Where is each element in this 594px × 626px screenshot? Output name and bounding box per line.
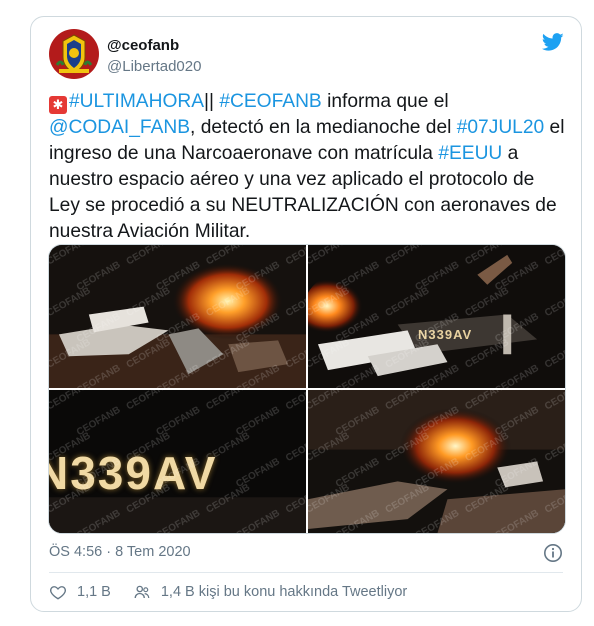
tweet-card: @ceofanb @Libertad020 ✱ #ULTIMAHORA|| #CE… <box>30 16 582 612</box>
watermark-overlay: CEOFANB CEOFANB CEOFANB CEOFANBCEOFANB CEOFA… <box>49 245 306 388</box>
watermark-text: CEOFANB <box>384 337 432 371</box>
info-icon[interactable] <box>543 543 563 563</box>
watermark-text: CEOFANB <box>493 508 541 533</box>
watermark-text: CEOFANB <box>414 508 462 533</box>
watermark-text: CEOFANB <box>125 390 173 412</box>
watermark-text: CEOFANB <box>543 245 565 267</box>
tweet-text: ✱ #ULTIMAHORA|| #CEOFANB informa que el @… <box>49 89 569 245</box>
watermark-text: CEOFANB <box>463 390 511 412</box>
watermark-text: CEOFANB <box>155 363 203 388</box>
watermark-text: CEOFANB <box>308 430 352 464</box>
watermark-text: CEOFANB <box>234 363 282 388</box>
watermark-text: CEOFANB <box>204 390 252 412</box>
text-segment: || <box>204 91 220 112</box>
watermark-text: CEOFANB <box>308 245 352 267</box>
watermark-text: CEOFANB <box>463 245 511 267</box>
avatar[interactable] <box>49 29 99 79</box>
watermark-text: CEOFANB <box>543 390 565 412</box>
military-crest-icon <box>49 29 99 79</box>
watermark-text: CEOFANB <box>49 430 93 464</box>
watermark-text: CEOFANB <box>463 482 511 516</box>
watermark-text: CEOFANB <box>384 285 432 319</box>
handle[interactable]: @Libertad020 <box>107 57 201 77</box>
watermark-text: CEOFANB <box>384 482 432 516</box>
watermark-text: CEOFANB <box>75 363 123 388</box>
tweet-timestamp[interactable]: ÖS 4:56 · 8 Tem 2020 <box>49 544 191 560</box>
watermark-text: CEOFANB <box>49 390 93 412</box>
talking-button[interactable]: 1,4 B kişi bu konu hakkında Tweetliyor <box>133 583 407 601</box>
watermark-text: CEOFANB <box>334 363 382 388</box>
watermark-text: CEOFANB <box>125 482 173 516</box>
watermark-text: CEOFANB <box>284 337 306 371</box>
photo-wreckage-fire-3[interactable]: CEOFANB CEOFANB CEOFANB CEOFANB CEOFANB CEOFA… <box>308 390 565 533</box>
text-segment: , detectó en la medianoche del <box>190 117 457 138</box>
photo-wreckage-fire-1[interactable]: CEOFANB CEOFANB CEOFANB CEOFANB CEOFANB CEOFA… <box>49 245 306 388</box>
watermark-text: CEOFANB <box>493 363 541 388</box>
watermark-text: CEOFANB <box>234 508 282 533</box>
watermark-text: CEOFANB <box>308 337 352 371</box>
watermark-text: CEOFANB <box>284 390 306 412</box>
watermark-text: CEOFANB <box>155 508 203 533</box>
watermark-text: CEOFANB <box>49 245 93 267</box>
watermark-text: CEOFANB <box>125 245 173 267</box>
hashtag-07jul20[interactable]: #07JUL20 <box>457 117 544 138</box>
watermark-text: CEOFANB <box>543 430 565 464</box>
watermark-text: CEOFANB <box>384 390 432 412</box>
watermark-text: CEOFANB <box>334 508 382 533</box>
watermark-text: CEOFANB <box>125 337 173 371</box>
rotating-light-icon: ✱ <box>49 96 67 114</box>
watermark-text: CEOFANB <box>384 430 432 464</box>
watermark-text: CEOFANB <box>463 337 511 371</box>
watermark-text: CEOFANB <box>49 482 93 516</box>
watermark-text: CEOFANB <box>204 285 252 319</box>
like-button[interactable]: 1,1 B <box>49 583 111 601</box>
watermark-text: CEOFANB <box>75 508 123 533</box>
twitter-bird-icon[interactable] <box>541 31 565 53</box>
photo-wreckage-fire-2[interactable]: N339AV CEOFANB CEOFANB CEOFANB CEOFANB CEOFA… <box>308 245 565 388</box>
watermark-text: CEOFANB <box>284 245 306 267</box>
watermark-text: CEOFANB <box>49 285 93 319</box>
watermark-text: CEOFANB <box>414 363 462 388</box>
text-segment: informa que el <box>321 91 449 112</box>
watermark-text: CEOFANB <box>308 285 352 319</box>
people-icon <box>134 585 150 599</box>
talking-label: 1,4 B kişi bu konu hakkında Tweetliyor <box>160 584 408 600</box>
watermark-overlay: CEOFANB CEOFANB CEOFANB CEOFANBCEOFANB CEOFA… <box>49 390 306 533</box>
hashtag-ceofanb[interactable]: #CEOFANB <box>219 91 321 112</box>
watermark-text: CEOFANB <box>308 390 352 412</box>
hashtag-ultimahora[interactable]: #ULTIMAHORA <box>69 91 204 112</box>
hashtag-eeuu[interactable]: #EEUU <box>438 143 502 164</box>
mention-codai-fanb[interactable]: @CODAI_FANB <box>49 117 190 138</box>
watermark-text: CEOFANB <box>284 285 306 319</box>
watermark-text: CEOFANB <box>125 430 173 464</box>
watermark-text: CEOFANB <box>204 482 252 516</box>
watermark-text: CEOFANB <box>284 430 306 464</box>
watermark-text: CEOFANB <box>543 482 565 516</box>
watermark-text: CEOFANB <box>463 285 511 319</box>
watermark-text: CEOFANB <box>308 482 352 516</box>
watermark-text: CEOFANB <box>463 430 511 464</box>
watermark-overlay: CEOFANB CEOFANB CEOFANB CEOFANBCEOFANB CEOFA… <box>308 390 565 533</box>
watermark-text: CEOFANB <box>284 482 306 516</box>
watermark-text: CEOFANB <box>543 285 565 319</box>
watermark-text: CEOFANB <box>543 337 565 371</box>
watermark-text: CEOFANB <box>204 337 252 371</box>
photo-tail-number[interactable]: N339AV CEOFANB CEOFANB CEOFANB CEOFANB CEOFA… <box>49 390 306 533</box>
watermark-text: CEOFANB <box>204 430 252 464</box>
divider <box>49 572 563 573</box>
like-count: 1,1 B <box>77 584 111 600</box>
watermark-text: CEOFANB <box>384 245 432 267</box>
tweet-actions: 1,1 B 1,4 B kişi bu konu hakkında Tweetl… <box>49 583 429 601</box>
watermark-text: CEOFANB <box>125 285 173 319</box>
display-name[interactable]: @ceofanb <box>107 37 201 55</box>
watermark-text: CEOFANB <box>204 245 252 267</box>
watermark-text: CEOFANB <box>49 337 93 371</box>
media-grid: CEOFANB CEOFANB CEOFANB CEOFANB CEOFANB CEOFA… <box>48 244 566 534</box>
watermark-overlay: CEOFANB CEOFANB CEOFANB CEOFANBCEOFANB CEOFA… <box>308 245 565 388</box>
heart-icon <box>50 586 66 600</box>
